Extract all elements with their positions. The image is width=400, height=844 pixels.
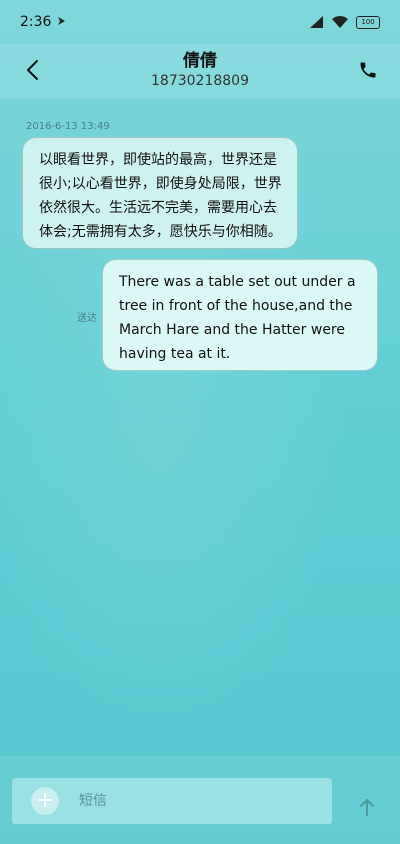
notification-arrow-icon [57,14,66,30]
battery-level: 100 [361,17,375,26]
battery-icon: 100 [356,15,380,29]
status-left: 2:36 [20,14,66,30]
wifi-icon [332,13,348,32]
status-time: 2:36 [20,14,52,30]
outgoing-message-bubble[interactable]: There was a table set out under a tree i… [102,259,378,371]
phone-icon [358,60,378,84]
compose-input-box [12,778,332,824]
incoming-message-bubble[interactable]: 以眼看世界，即使站的最高，世界还是很小;以心看世界，即使身处局限，世界依然很大。… [22,137,298,249]
compose-bar [0,756,400,844]
contact-name: 倩倩 [183,51,217,71]
conversation-header: 倩倩 18730218809 [0,44,400,98]
message-input[interactable] [77,792,301,810]
incoming-message-text: 以眼看世界，即使站的最高，世界还是很小;以心看世界，即使身处局限，世界依然很大。… [39,152,282,240]
plus-icon [38,792,52,811]
status-bar: 2:36 100 [0,0,400,44]
delivery-status: 送达 [77,313,97,324]
call-button[interactable] [354,58,382,86]
signal-icon [310,13,324,32]
add-attachment-button[interactable] [31,787,59,815]
status-right: 100 [310,13,380,32]
contact-number: 18730218809 [151,73,249,89]
contact-title: 倩倩 18730218809 [0,50,400,90]
send-button[interactable] [354,796,380,822]
send-arrow-icon [359,798,375,820]
outgoing-message-text: There was a table set out under a tree i… [119,274,356,362]
message-timestamp: 2016-6-13 13:49 [26,121,110,132]
